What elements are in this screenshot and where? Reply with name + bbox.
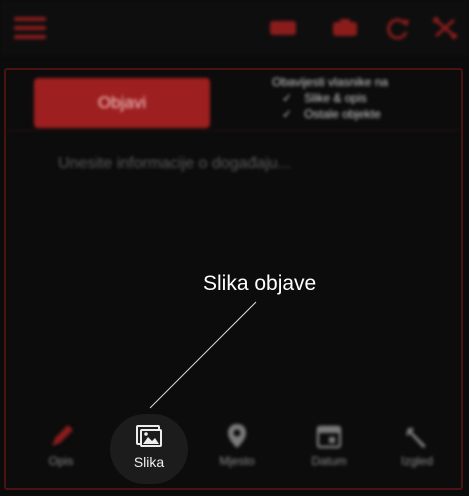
bottom-tab-bar: Opis Slika Mjesto Datum Izgled: [6, 414, 461, 484]
tab-opis[interactable]: Opis: [22, 414, 100, 484]
notify-option-2[interactable]: Ostale objekte: [282, 106, 388, 122]
share-icon[interactable]: [430, 16, 460, 40]
tooltip-text: Slika objave: [203, 272, 317, 295]
refresh-icon[interactable]: [383, 16, 413, 40]
tab-label: Opis: [48, 454, 74, 468]
location-pin-icon: [222, 422, 252, 450]
tab-label: Izgled: [400, 454, 434, 468]
camera-icon[interactable]: [330, 16, 360, 40]
tab-label: Datum: [311, 454, 347, 468]
notify-options: Obavijesti vlasnike na Slike & opis Osta…: [268, 74, 388, 122]
tab-slika[interactable]: Slika: [110, 414, 188, 484]
notify-title: Obavijesti vlasnike na: [272, 75, 389, 89]
image-icon: [134, 422, 164, 450]
tab-mjesto[interactable]: Mjesto: [198, 414, 276, 484]
calendar-icon: [314, 422, 344, 450]
tab-izgled[interactable]: Izgled: [378, 414, 456, 484]
event-info-input[interactable]: [56, 150, 440, 178]
notify-option-1[interactable]: Slike & opis: [282, 90, 388, 106]
ticket-icon[interactable]: [268, 16, 298, 40]
publish-button[interactable]: Objavi: [34, 78, 210, 128]
pencil-icon: [46, 422, 76, 450]
divider: [6, 130, 461, 131]
top-bar: [0, 0, 469, 56]
menu-icon[interactable]: [14, 17, 46, 39]
tab-label: Mjesto: [219, 454, 255, 468]
tab-datum[interactable]: Datum: [290, 414, 368, 484]
tab-label: Slika: [133, 454, 165, 470]
wrench-icon: [402, 422, 432, 450]
